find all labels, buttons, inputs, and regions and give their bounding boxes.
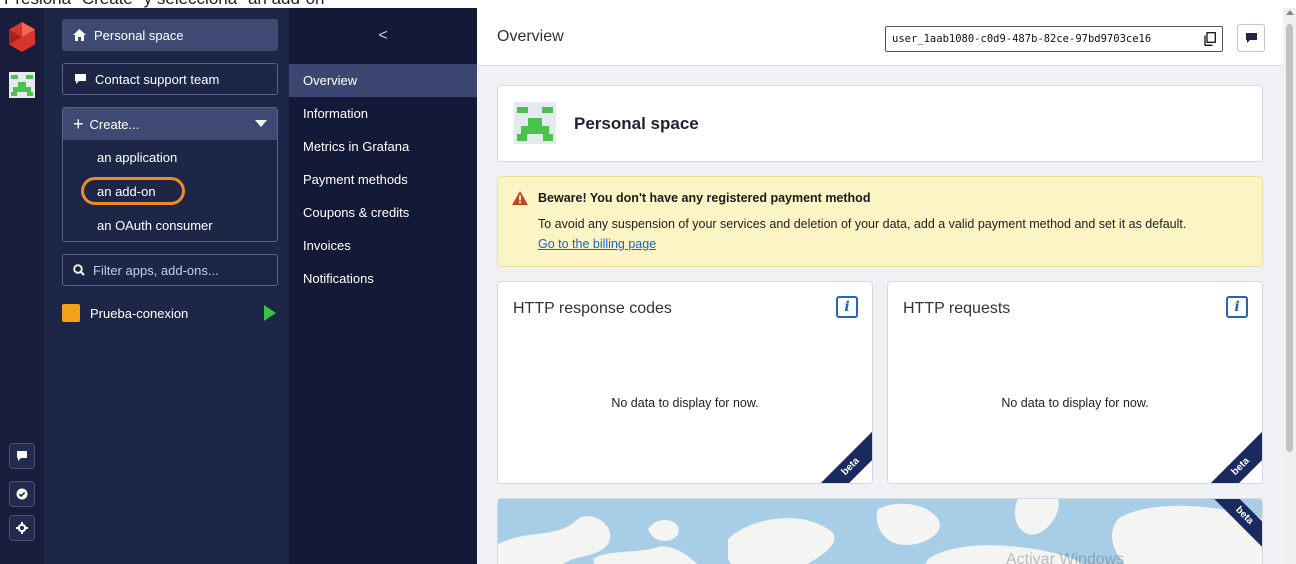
tab-metrics-grafana[interactable]: Metrics in Grafana — [289, 130, 477, 163]
filter-input[interactable]: Filter apps, add-ons... — [62, 254, 278, 286]
chat-icon[interactable] — [9, 443, 35, 469]
contact-support-label: Contact support team — [95, 71, 220, 87]
tab-invoices[interactable]: Invoices — [289, 229, 477, 262]
page-title: Overview — [497, 28, 564, 45]
main-header: Overview user_1aab1080-c0d9-487b-82ce-97… — [477, 8, 1283, 66]
tab-payment-methods[interactable]: Payment methods — [289, 163, 477, 196]
user-id-field[interactable]: user_1aab1080-c0d9-487b-82ce-97bd9703ce1… — [885, 26, 1223, 52]
warning-title: Beware! You don't have any registered pa… — [538, 191, 871, 205]
create-item-oauth-consumer[interactable]: an OAuth consumer — [63, 208, 277, 242]
organisation-avatar-icon — [514, 102, 556, 144]
clever-cloud-logo-icon[interactable] — [9, 22, 35, 52]
create-item-add-on[interactable]: an add-on — [63, 174, 277, 208]
app-name: Prueba-conexion — [90, 305, 189, 321]
tab-coupons-credits[interactable]: Coupons & credits — [289, 196, 477, 229]
plus-icon: + — [73, 114, 84, 134]
create-menu: + Create... an application an add-on an … — [62, 107, 278, 242]
chat-button[interactable] — [1237, 24, 1265, 52]
collapse-button[interactable]: < — [289, 8, 477, 64]
sidebar: Personal space Contact support team + Cr… — [44, 8, 289, 564]
play-icon — [264, 305, 276, 321]
top-caption: Presiona "Create" y selecciona "an add-o… — [4, 0, 331, 8]
create-dropdown-button[interactable]: + Create... — [63, 108, 277, 140]
top-caption-strip: Presiona "Create" y selecciona "an add-o… — [0, 0, 1296, 8]
main-content: Overview user_1aab1080-c0d9-487b-82ce-97… — [477, 8, 1283, 564]
chevron-left-icon: < — [378, 27, 388, 44]
empty-state-text: No data to display for now. — [611, 396, 759, 410]
vertical-scrollbar[interactable] — [1283, 8, 1296, 564]
scroll-thumb[interactable] — [1286, 24, 1293, 452]
check-circle-icon[interactable] — [9, 481, 35, 507]
http-requests-card: HTTP requests i No data to display for n… — [887, 281, 1263, 484]
http-response-codes-card: HTTP response codes i No data to display… — [497, 281, 873, 484]
empty-state-text: No data to display for now. — [1001, 396, 1149, 410]
personal-space-title: Personal space — [574, 114, 699, 133]
create-label: Create... — [89, 116, 140, 132]
tab-notifications[interactable]: Notifications — [289, 262, 477, 295]
beta-badge: beta — [1202, 428, 1262, 483]
caret-down-icon — [255, 120, 267, 127]
warning-text: To avoid any suspension of your services… — [538, 217, 1187, 231]
map-card: beta Activar Windows — [497, 498, 1263, 564]
windows-activation-watermark: Activar Windows — [1006, 551, 1125, 564]
payment-warning-banner: Beware! You don't have any registered pa… — [497, 176, 1263, 267]
personal-space-button[interactable]: Personal space — [62, 19, 278, 51]
billing-page-link[interactable]: Go to the billing page — [538, 237, 656, 251]
card-title: HTTP requests — [903, 300, 1011, 317]
create-item-application[interactable]: an application — [63, 140, 277, 174]
organisation-avatar-icon[interactable] — [9, 72, 35, 98]
world-map-image — [498, 499, 1262, 564]
chat-icon — [73, 72, 87, 86]
personal-space-label: Personal space — [94, 27, 184, 43]
sub-menu: < Overview Information Metrics in Grafan… — [289, 8, 477, 564]
search-icon — [73, 264, 85, 276]
user-id-value: user_1aab1080-c0d9-487b-82ce-97bd9703ce1… — [892, 33, 1152, 45]
contact-support-button[interactable]: Contact support team — [62, 63, 278, 95]
card-title: HTTP response codes — [513, 300, 672, 317]
beta-badge: beta — [812, 428, 872, 483]
app-type-icon — [62, 304, 80, 322]
warning-icon — [512, 191, 528, 205]
personal-space-card: Personal space — [497, 85, 1263, 162]
info-icon[interactable]: i — [836, 296, 858, 318]
copy-icon[interactable] — [1204, 32, 1216, 46]
tab-information[interactable]: Information — [289, 97, 477, 130]
scroll-up-icon[interactable] — [1286, 10, 1294, 15]
info-icon[interactable]: i — [1226, 296, 1248, 318]
gear-icon[interactable] — [9, 515, 35, 541]
icon-rail — [0, 8, 44, 564]
home-icon — [72, 28, 86, 42]
highlight-circle — [81, 177, 185, 205]
tab-overview[interactable]: Overview — [289, 64, 477, 97]
filter-placeholder: Filter apps, add-ons... — [93, 262, 219, 278]
app-item[interactable]: Prueba-conexion — [62, 302, 278, 324]
chat-icon — [1245, 33, 1257, 43]
